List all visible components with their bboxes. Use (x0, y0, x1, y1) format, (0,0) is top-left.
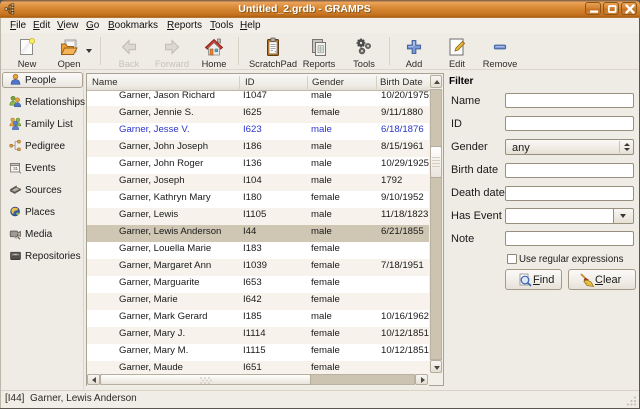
svg-text:31: 31 (13, 166, 18, 171)
